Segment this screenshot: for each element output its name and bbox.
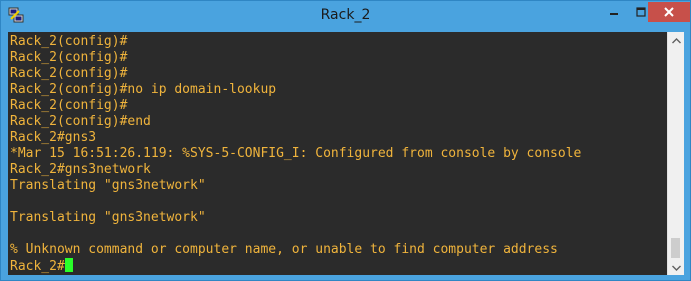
scroll-down-button[interactable] — [668, 259, 684, 275]
window-title: Rack_2 — [320, 7, 371, 23]
terminal-line: Rack_2(config)#end — [10, 114, 151, 129]
vertical-scrollbar[interactable] — [667, 32, 684, 275]
terminal-line: Rack_2(config)# — [10, 98, 128, 113]
terminal-window: Rack_2 Rack_2(config)# Rack_2(config)# R… — [0, 0, 691, 281]
terminal-line: Rack_2(config)#no ip domain-lookup — [10, 82, 277, 97]
text-cursor — [64, 258, 73, 272]
close-icon — [663, 6, 675, 18]
close-button[interactable] — [648, 2, 690, 22]
title-bar[interactable]: Rack_2 — [1, 1, 690, 31]
terminal-line: Rack_2#gns3 — [10, 130, 97, 145]
terminal-line: Rack_2(config)# — [10, 50, 128, 65]
terminal-line: Rack_2(config)# — [10, 34, 128, 49]
terminal-line: Rack_2(config)# — [10, 66, 128, 81]
maximize-icon — [636, 7, 646, 17]
window-client-area: Rack_2(config)# Rack_2(config)# Rack_2(c… — [8, 32, 684, 275]
minimize-button[interactable] — [601, 2, 627, 22]
terminal-lines: Rack_2(config)# Rack_2(config)# Rack_2(c… — [10, 34, 581, 274]
terminal-line: Rack_2#gns3network — [10, 162, 151, 177]
scroll-down-arrow-icon — [671, 258, 681, 276]
terminal-line: *Mar 15 16:51:26.119: %SYS-5-CONFIG_I: C… — [10, 146, 582, 161]
minimize-icon — [609, 7, 619, 17]
terminal-output[interactable]: Rack_2(config)# Rack_2(config)# Rack_2(c… — [8, 32, 667, 275]
terminal-prompt-line[interactable]: Rack_2# — [10, 258, 581, 274]
scrollbar-thumb[interactable] — [671, 238, 680, 258]
scroll-up-button[interactable] — [668, 32, 684, 48]
terminal-line: % Unknown command or computer name, or u… — [10, 242, 558, 257]
terminal-line: Translating "gns3network" — [10, 210, 206, 225]
terminal-prompt: Rack_2# — [10, 259, 65, 274]
scroll-up-arrow-icon — [671, 31, 681, 49]
terminal-line: Translating "gns3network" — [10, 178, 206, 193]
